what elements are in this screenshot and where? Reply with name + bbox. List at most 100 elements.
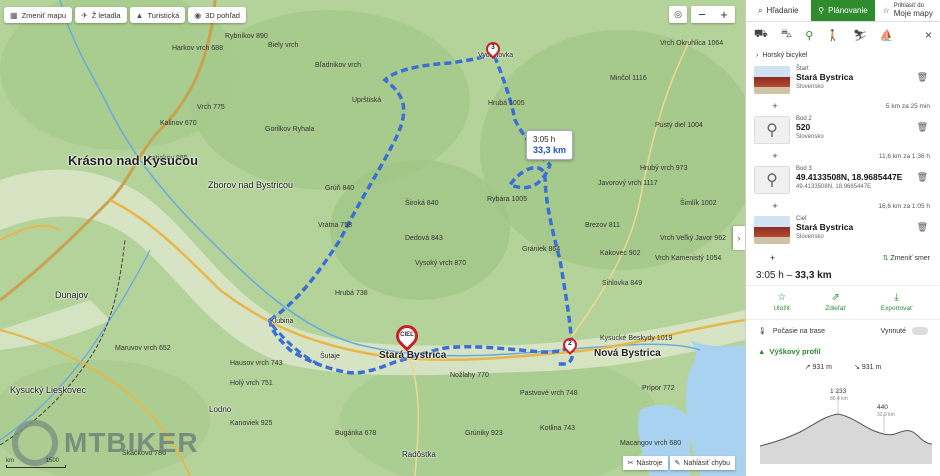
globe-icon: ◉ — [194, 10, 202, 20]
download-icon: ⤓ — [894, 292, 899, 303]
weather-label: Počasie na trase — [772, 327, 826, 335]
transport-modes: ⛟ ⛍ ⚲ 🚶 ⛷ ⛵ × — [746, 22, 940, 48]
peak-label: Kysucké Beskydy 1019 — [600, 335, 673, 342]
scale-left: km — [6, 458, 14, 464]
ski-mode-icon[interactable]: ⛷ — [853, 29, 867, 42]
export-button[interactable]: ⤓ Exportovať — [881, 292, 913, 313]
3d-view-button[interactable]: ◉ 3D pohľad — [188, 7, 246, 23]
peak-label: Kanoviek 925 — [230, 420, 273, 427]
tools-button[interactable]: ✂ Nástroje — [622, 456, 668, 470]
zoom-in-button[interactable]: + — [713, 6, 735, 23]
town-label: Lodno — [209, 405, 232, 414]
route-stop[interactable]: Štart Stará Bystrica Slovensko 🗑 — [746, 62, 940, 100]
bike-mode-icon[interactable]: ⚲ — [805, 29, 813, 42]
route-actions: ☆ Uložiť ⇗ Zdieľať ⤓ Exportovať — [746, 286, 940, 320]
route-distance: 33,3 km — [533, 145, 567, 155]
plane-icon: ✈ — [81, 10, 88, 20]
close-icon[interactable]: × — [925, 28, 932, 42]
bus-mode-icon[interactable]: ⛍ — [781, 28, 792, 42]
elevation-header[interactable]: ▲ Výškový profil — [746, 342, 940, 360]
locate-button[interactable]: ◎ — [669, 6, 687, 23]
town-label: Kysucký Lieskovec — [10, 385, 87, 395]
stop-thumbnail — [754, 216, 790, 244]
stop-thumbnail — [754, 66, 790, 94]
weather-toggle[interactable] — [912, 327, 928, 335]
peak-label: Šimlík 1002 — [680, 200, 717, 207]
bike-profile-select[interactable]: › Horský bicykel — [746, 48, 940, 62]
stop-subtitle: Slovensko — [796, 84, 824, 90]
town-label: Zborov nad Bystricou — [208, 180, 294, 190]
star-icon: ☆ — [777, 292, 787, 303]
peak-label: Javorový vrch 1117 — [598, 180, 658, 187]
add-stop-button[interactable]: + — [770, 101, 780, 111]
route-stop[interactable]: ⚲ Bod 2 520 Slovensko 🗑 — [746, 112, 940, 150]
tourist-label: Turistická — [147, 10, 180, 20]
trash-icon[interactable]: 🗑 — [917, 122, 928, 133]
save-button[interactable]: ☆ Uložiť — [773, 292, 790, 313]
tab-planning[interactable]: ⚲ Plánovanie — [810, 0, 876, 21]
wrench-icon: ✂ — [627, 460, 634, 467]
town-label: Radôstka — [402, 450, 436, 459]
peak-label: Harkov vrch 688 — [172, 45, 223, 52]
trash-icon[interactable]: 🗑 — [917, 172, 928, 183]
add-stop-button[interactable]: + — [770, 201, 780, 211]
peak-label: Vrch Okruhlica 1064 — [660, 40, 724, 47]
waypoint-number: 2 — [568, 340, 572, 347]
tab-search[interactable]: ⌕ Hľadanie — [746, 0, 811, 21]
peak-label: Hausov vrch 743 — [230, 360, 283, 367]
tab-my-maps[interactable]: ☆ Prihlásiť do Moje mapy — [875, 0, 940, 21]
tourist-button[interactable]: ▲ Turistická — [129, 7, 186, 23]
change-map-button[interactable]: ▦ Zmeniť mapu — [4, 7, 73, 23]
peak-label: Sihlovka 849 — [602, 280, 643, 287]
share-label: Zdieľať — [825, 305, 846, 312]
peak-label: Prípor 772 — [642, 385, 675, 392]
ascent-value: 931 m — [812, 364, 832, 371]
map-icon: ▦ — [10, 10, 18, 20]
route-stop[interactable]: Cieľ Stará Bystrica Slovensko 🗑 — [746, 212, 940, 250]
peak-label: Gorilkov Ryhala — [265, 126, 315, 133]
swap-icon: ⇅ — [882, 255, 889, 262]
report-error-button[interactable]: ✎ Nahlásiť chybu — [669, 456, 735, 470]
map-scale: km 1500 — [6, 458, 66, 468]
route-segment: + 11,6 km za 1:36 h — [746, 150, 940, 162]
bike-profile-label: Horský bicykel — [762, 51, 808, 59]
ascent-stat: ↗ 931 m — [805, 363, 832, 371]
airport-button[interactable]: ✈ Ž letadla — [75, 7, 127, 23]
chevron-right-icon: › — [756, 51, 759, 59]
peak-label: Hrubý vrch 973 — [640, 165, 688, 172]
export-label: Exportovať — [880, 305, 913, 312]
tools-label: Nástroje — [636, 459, 663, 467]
peak-label: Dedová 843 — [405, 235, 443, 242]
trash-icon[interactable]: 🗑 — [917, 72, 928, 83]
town-label: Nová Bystrica — [594, 348, 661, 359]
map-view[interactable]: Harkov vrch 688 Rybníkov 890 Bľadnikov v… — [0, 0, 745, 476]
panel-collapse-button[interactable]: › — [733, 226, 745, 250]
town-label: Krásno nad Kysucou — [68, 153, 199, 168]
route-tooltip: 3:05 h 33,3 km — [526, 130, 574, 160]
peak-label: Kalinov 670 — [160, 120, 197, 127]
trash-icon[interactable]: 🗑 — [917, 222, 928, 233]
route-stop[interactable]: ⚲ Bod 3 49.4133508N, 18.9685447E 49.4133… — [746, 162, 940, 200]
walk-mode-icon[interactable]: 🚶 — [826, 29, 840, 42]
peak-label: Uprštiská — [352, 97, 382, 104]
end-marker[interactable]: CIEĽ — [391, 320, 423, 361]
add-stop-button[interactable]: + — [770, 151, 780, 161]
reverse-direction-button[interactable]: ⇅ Zmeniť smer — [883, 254, 930, 262]
stop-title: 49.4133508N, 18.9685447E — [796, 172, 903, 182]
share-button[interactable]: ⇗ Zdieľať — [825, 292, 846, 313]
peak-label: Holý vrch 751 — [230, 380, 273, 387]
stop-title: 520 — [796, 122, 811, 132]
car-mode-icon[interactable]: ⛟ — [754, 28, 768, 42]
elevation-chart[interactable]: 1 233 86,4 km 440 32,9 km — [759, 384, 933, 464]
peak-label: Pustý diel 1004 — [655, 122, 703, 129]
elevation-min-sub: 32,9 km — [877, 412, 895, 418]
zoom-out-button[interactable]: − — [691, 6, 713, 23]
waypoint-3-marker[interactable]: 3 — [483, 39, 503, 62]
boat-mode-icon[interactable]: ⛵ — [880, 29, 894, 42]
map-canvas[interactable] — [0, 0, 745, 476]
add-stop-button[interactable]: + — [770, 253, 780, 263]
pin-icon: ⚲ — [754, 166, 790, 194]
peak-label: Vrch 775 — [197, 104, 225, 111]
waypoint-2-marker[interactable]: 2 — [560, 335, 580, 358]
search-icon: ⌕ — [758, 5, 763, 15]
